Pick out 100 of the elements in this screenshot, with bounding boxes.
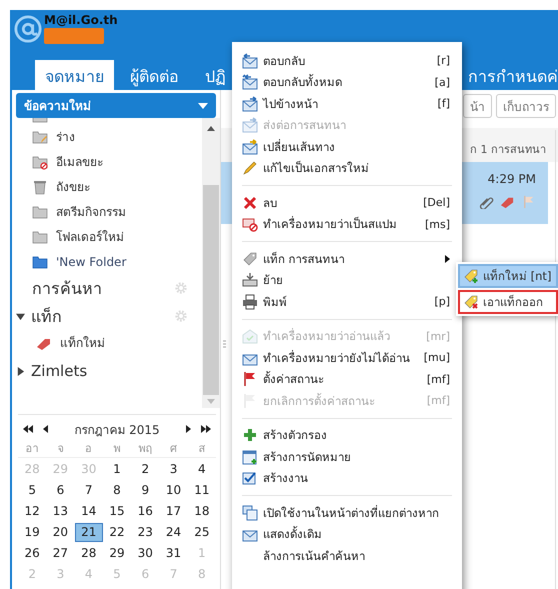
calendar-day[interactable]: 3: [159, 460, 188, 479]
calendar-day[interactable]: 23: [131, 523, 160, 542]
menu-item[interactable]: เอาแท็กออก: [458, 290, 558, 314]
weekday-label: พ: [102, 439, 132, 458]
next-year-icon[interactable]: [200, 425, 212, 433]
folder-item[interactable]: ถังขยะ: [32, 174, 202, 199]
delete-icon: [242, 194, 258, 211]
forward-icon: [242, 96, 258, 112]
task-icon: [242, 470, 258, 486]
forward-icon: [242, 117, 258, 134]
pencil-icon: [242, 160, 258, 176]
calendar-day[interactable]: 30: [131, 544, 160, 563]
spam-icon: [242, 216, 258, 232]
folder-icon: [32, 228, 48, 244]
scrollbar[interactable]: [202, 118, 220, 408]
calendar-day[interactable]: 2: [131, 460, 160, 479]
calendar-day[interactable]: 1: [102, 460, 132, 479]
new-message-button[interactable]: ข้อความใหม่: [16, 93, 216, 118]
toolbar-button[interactable]: เก็บถาวร: [496, 94, 556, 118]
menu-item[interactable]: เปิดใช้งานในหน้าต่างที่แยกต่างหาก: [232, 502, 462, 524]
reply-icon: [242, 52, 258, 69]
open-envelope-icon: [242, 328, 258, 344]
calendar-day[interactable]: 17: [159, 502, 188, 521]
caret-icon: [198, 102, 208, 108]
trash-icon: [32, 178, 48, 194]
menu-item[interactable]: ตั้งค่าสถานะ [mf]: [232, 368, 462, 390]
month-title: กรกฎาคม 2015: [73, 422, 161, 438]
weekday-label: ศ: [159, 439, 188, 458]
calendar-day[interactable]: 16: [131, 502, 160, 521]
flag-icon: [242, 371, 258, 388]
calendar-day[interactable]: 24: [159, 523, 188, 542]
calendar-day[interactable]: 6: [46, 481, 75, 500]
scroll-up-icon[interactable]: [207, 126, 215, 131]
calendar-day[interactable]: 4: [188, 460, 216, 479]
folder-icon: [32, 254, 48, 270]
logo-text: M@il.Go.th: [44, 14, 118, 27]
section-heading: แท็ก: [31, 306, 62, 328]
weekday-label: อา: [18, 439, 46, 458]
expand-arrow-icon[interactable]: [16, 312, 25, 320]
app-tab[interactable]: จดหมาย: [35, 60, 114, 90]
folder-item[interactable]: โฟลเดอร์ใหม่: [32, 224, 202, 249]
previous-year-icon[interactable]: [22, 425, 34, 433]
calendar-day[interactable]: 22: [102, 523, 132, 542]
folder-item[interactable]: ร่าง: [32, 124, 202, 149]
calendar-day[interactable]: 26: [18, 544, 46, 563]
calendar-day[interactable]: 29: [102, 544, 132, 563]
flag-icon: [242, 392, 258, 409]
menu-item[interactable]: สร้างการนัดหมาย: [232, 446, 462, 468]
menu-item[interactable]: แสดงดั้งเดิม: [232, 524, 462, 545]
menu-item[interactable]: เปลี่ยนเส้นทาง: [232, 136, 462, 158]
folder-item[interactable]: 'New Folder: [32, 249, 202, 274]
menu-item[interactable]: ลบ [Del]: [232, 192, 462, 214]
section-heading: Zimlets: [31, 362, 88, 380]
plus-icon: [242, 427, 258, 444]
calendar-day[interactable]: 21: [74, 523, 103, 542]
weekday-label: อ: [74, 439, 103, 458]
calendar-day[interactable]: 10: [159, 481, 188, 500]
toolbar-button[interactable]: น้า: [463, 94, 492, 118]
calendar-day[interactable]: 20: [46, 523, 75, 542]
menu-item[interactable]: ทำเครื่องหมายว่าเป็นสแปม [ms]: [232, 214, 462, 235]
calendar-day[interactable]: 19: [18, 523, 46, 542]
calendar-day[interactable]: 11: [188, 481, 216, 500]
at-sign-logo-icon: [14, 14, 42, 44]
menu-item[interactable]: สร้างงาน: [232, 468, 462, 489]
calendar-day[interactable]: 18: [188, 502, 216, 521]
calendar-day[interactable]: 7: [74, 481, 103, 500]
calendar-day[interactable]: 15: [102, 502, 132, 521]
calendar-day[interactable]: 28: [74, 544, 103, 563]
calendar-day[interactable]: 9: [131, 481, 160, 500]
reply-all-icon: [242, 74, 258, 90]
window-icon: [242, 504, 258, 521]
folder-icon: [32, 204, 48, 220]
weekday-label: ส: [188, 439, 216, 458]
tray-icon: [242, 272, 258, 288]
calendar-day[interactable]: 8: [102, 481, 132, 500]
junk-folder-icon: [32, 154, 48, 170]
app-tab[interactable]: ผู้ติดต่อ: [120, 60, 189, 90]
expand-arrow-icon[interactable]: [16, 366, 25, 376]
folder-item[interactable]: สตรีมกิจกรรม: [32, 199, 202, 224]
weekday-label: พฤ: [131, 439, 160, 458]
calendar-day[interactable]: 31: [159, 544, 188, 563]
tag-remove-icon: [463, 294, 479, 310]
calendar-day[interactable]: 13: [46, 502, 75, 521]
message-time: 4:29 PM: [488, 172, 536, 186]
logo-banner-icon: [44, 28, 104, 44]
menu-item[interactable]: สร้างตัวกรอง: [232, 424, 462, 446]
menu-item[interactable]: แท็กใหม่ [nt]: [458, 264, 558, 288]
redirect-icon: [242, 138, 258, 155]
printer-icon: [242, 294, 258, 310]
calendar-day[interactable]: 27: [46, 544, 75, 563]
calendar-day[interactable]: 12: [18, 502, 46, 521]
menu-item[interactable]: ไปข้างหน้า [f]: [232, 93, 462, 114]
tag-item[interactable]: แท็กใหม่: [32, 330, 202, 355]
calendar-day[interactable]: 14: [74, 502, 103, 521]
draft-folder-icon: [32, 128, 48, 144]
menu-item[interactable]: ทำเครื่องหมายว่ายังไม่ได้อ่าน [mu]: [232, 347, 462, 368]
calendar-day[interactable]: 5: [18, 481, 46, 500]
menu-item[interactable]: ล้างการเน้นคำค้นหา: [232, 545, 462, 566]
folder-item[interactable]: อีเมลขยะ: [32, 149, 202, 174]
calendar-day[interactable]: 25: [188, 523, 216, 542]
